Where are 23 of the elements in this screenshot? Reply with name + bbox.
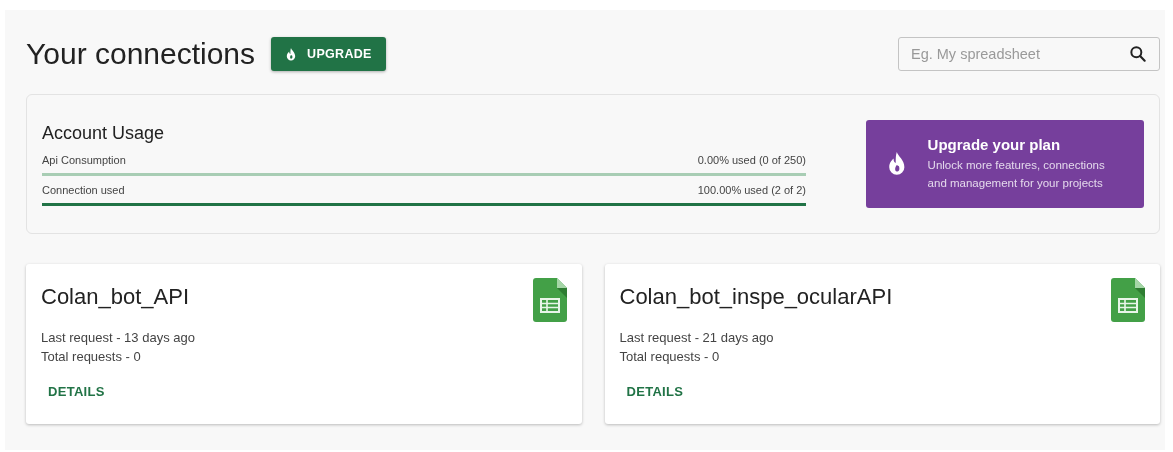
meter-label: Connection used [42, 183, 125, 196]
details-button[interactable]: DETAILS [619, 380, 691, 403]
promo-text: Unlock more features, connections and management for your projects [927, 158, 1106, 191]
spreadsheet-icon [532, 278, 567, 322]
search-icon [1128, 44, 1148, 64]
page-title: Your connections [26, 37, 256, 71]
last-request: Last request - 21 days ago [619, 329, 775, 347]
upgrade-banner[interactable]: Upgrade your plan Unlock more features, connections and management for your projects [866, 120, 1144, 208]
meter-reading: 0.00% used (0 of 250) [697, 153, 806, 166]
promo-title: Upgrade your plan [927, 136, 1062, 153]
total-requests: Total requests - 0 [41, 348, 142, 366]
usage-title: Account Usage [42, 122, 166, 144]
last-request: Last request - 13 days ago [41, 329, 196, 347]
meter-reading: 100.00% used (2 of 2) [697, 183, 806, 196]
spreadsheet-icon [1111, 278, 1145, 322]
connection-name: Colan_bot_API [41, 284, 189, 310]
meter-label: Api Consumption [42, 153, 126, 166]
details-button[interactable]: DETAILS [41, 380, 112, 403]
upgrade-button[interactable]: UPGRADE [271, 37, 386, 71]
total-requests: Total requests - 0 [619, 348, 721, 366]
search-field[interactable]: Eg. My spreadsheet [898, 37, 1160, 71]
flame-icon [285, 46, 298, 62]
connection-name: Colan_bot_inspe_ocularAPI [619, 284, 893, 310]
